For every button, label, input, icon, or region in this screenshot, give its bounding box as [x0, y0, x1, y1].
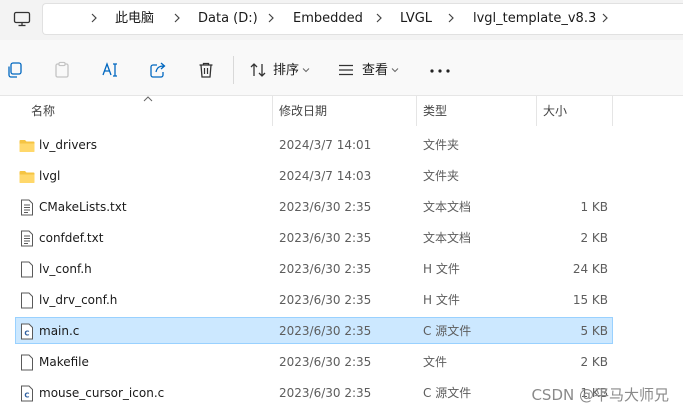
column-header-size[interactable]: 大小 [543, 103, 567, 119]
address-bar-row: 此电脑 Data (D:) Embedded LVGL lvgl_templat… [0, 0, 683, 40]
file-size: 2 KB [580, 231, 608, 245]
file-modified: 2023/6/30 2:35 [279, 262, 372, 276]
breadcrumb-this-pc[interactable]: 此电脑 [115, 11, 154, 27]
file-modified: 2023/6/30 2:35 [279, 231, 372, 245]
file-row[interactable]: confdef.txt 2023/6/30 2:35 文本文档 2 KB [15, 224, 613, 251]
delete-icon[interactable] [197, 61, 215, 79]
file-name: confdef.txt [39, 231, 104, 245]
column-header-row: 名称 修改日期 类型 大小 [0, 96, 683, 126]
column-separator[interactable] [416, 96, 417, 126]
share-icon[interactable] [149, 61, 167, 79]
file-type: 文件夹 [423, 138, 460, 152]
file-row[interactable]: lv_drivers 2024/3/7 14:01 文件夹 [15, 131, 613, 158]
chevron-right-icon[interactable] [266, 11, 276, 25]
c-source-file-icon: C [21, 323, 33, 340]
file-modified: 2023/6/30 2:35 [279, 324, 372, 338]
column-header-type[interactable]: 类型 [423, 103, 447, 119]
column-header-name[interactable]: 名称 [31, 103, 55, 119]
file-name: lv_drivers [39, 138, 97, 152]
view-button-label[interactable]: 查看 [362, 63, 388, 79]
file-type: 文本文档 [423, 200, 472, 214]
file-name: Makefile [39, 355, 89, 369]
file-type: H 文件 [423, 262, 460, 276]
file-modified: 2023/6/30 2:35 [279, 386, 372, 400]
chevron-down-icon[interactable] [302, 67, 310, 73]
file-modified: 2023/6/30 2:35 [279, 200, 372, 214]
view-icon[interactable] [337, 61, 355, 79]
file-name: main.c [39, 324, 80, 338]
more-icon[interactable] [430, 69, 450, 73]
file-name: lv_drv_conf.h [39, 293, 118, 307]
file-name: lvgl [39, 169, 61, 183]
file-size: 15 KB [572, 293, 608, 307]
sort-icon[interactable] [249, 61, 267, 79]
chevron-right-icon[interactable] [172, 11, 182, 25]
text-file-icon [21, 199, 33, 216]
column-separator[interactable] [536, 96, 537, 126]
column-separator[interactable] [612, 96, 613, 126]
file-icon [21, 261, 33, 278]
paste-icon[interactable] [53, 61, 71, 79]
file-type: C 源文件 [423, 324, 472, 338]
column-header-modified[interactable]: 修改日期 [279, 103, 327, 119]
breadcrumb-embedded[interactable]: Embedded [293, 11, 363, 27]
c-source-file-icon: C [21, 385, 33, 402]
sort-button-label[interactable]: 排序 [273, 63, 299, 79]
file-row[interactable]: CMakeLists.txt 2023/6/30 2:35 文本文档 1 KB [15, 193, 613, 220]
sort-ascending-icon [143, 96, 153, 102]
file-row[interactable]: lvgl 2024/3/7 14:03 文件夹 [15, 162, 613, 189]
folder-icon [19, 171, 35, 183]
svg-text:C: C [24, 330, 29, 338]
chevron-right-icon[interactable] [374, 11, 384, 25]
file-name: CMakeLists.txt [39, 200, 127, 214]
file-modified: 2023/6/30 2:35 [279, 355, 372, 369]
file-modified: 2024/3/7 14:01 [279, 138, 372, 152]
chevron-right-icon[interactable] [600, 11, 610, 25]
file-type: 文件夹 [423, 169, 460, 183]
copy-icon[interactable] [5, 61, 23, 79]
file-row-selected[interactable]: C main.c 2023/6/30 2:35 C 源文件 5 KB [15, 317, 613, 344]
folder-icon [19, 140, 35, 152]
column-separator[interactable] [272, 96, 273, 126]
watermark: CSDN @平马大师兄 [531, 386, 669, 404]
rename-icon[interactable] [101, 61, 119, 79]
command-divider [233, 56, 234, 84]
this-pc-icon[interactable] [13, 10, 31, 28]
breadcrumb-drive[interactable]: Data (D:) [198, 11, 258, 27]
file-size: 5 KB [580, 324, 608, 338]
command-bar: 排序 查看 [0, 40, 683, 96]
file-icon [21, 354, 33, 371]
file-type: 文件 [423, 355, 448, 369]
file-name: mouse_cursor_icon.c [39, 386, 165, 400]
file-size: 2 KB [580, 355, 608, 369]
file-type: H 文件 [423, 293, 460, 307]
svg-text:C: C [24, 392, 29, 400]
chevron-right-icon[interactable] [446, 11, 456, 25]
breadcrumb-lvgl-template[interactable]: lvgl_template_v8.3 [473, 11, 596, 27]
file-size: 1 KB [580, 200, 608, 214]
breadcrumb-lvgl[interactable]: LVGL [400, 11, 432, 27]
chevron-down-icon[interactable] [391, 67, 399, 73]
file-row[interactable]: Makefile 2023/6/30 2:35 文件 2 KB [15, 348, 613, 375]
file-size: 24 KB [572, 262, 608, 276]
file-row[interactable]: lv_conf.h 2023/6/30 2:35 H 文件 24 KB [15, 255, 613, 282]
file-type: C 源文件 [423, 386, 472, 400]
file-modified: 2024/3/7 14:03 [279, 169, 372, 183]
file-icon [21, 292, 33, 309]
file-type: 文本文档 [423, 231, 472, 245]
chevron-right-icon[interactable] [89, 11, 99, 25]
file-modified: 2023/6/30 2:35 [279, 293, 372, 307]
file-row[interactable]: lv_drv_conf.h 2023/6/30 2:35 H 文件 15 KB [15, 286, 613, 313]
file-name: lv_conf.h [39, 262, 92, 276]
text-file-icon [21, 230, 33, 247]
file-row[interactable]: C mouse_cursor_icon.c 2023/6/30 2:35 C 源… [15, 379, 613, 406]
